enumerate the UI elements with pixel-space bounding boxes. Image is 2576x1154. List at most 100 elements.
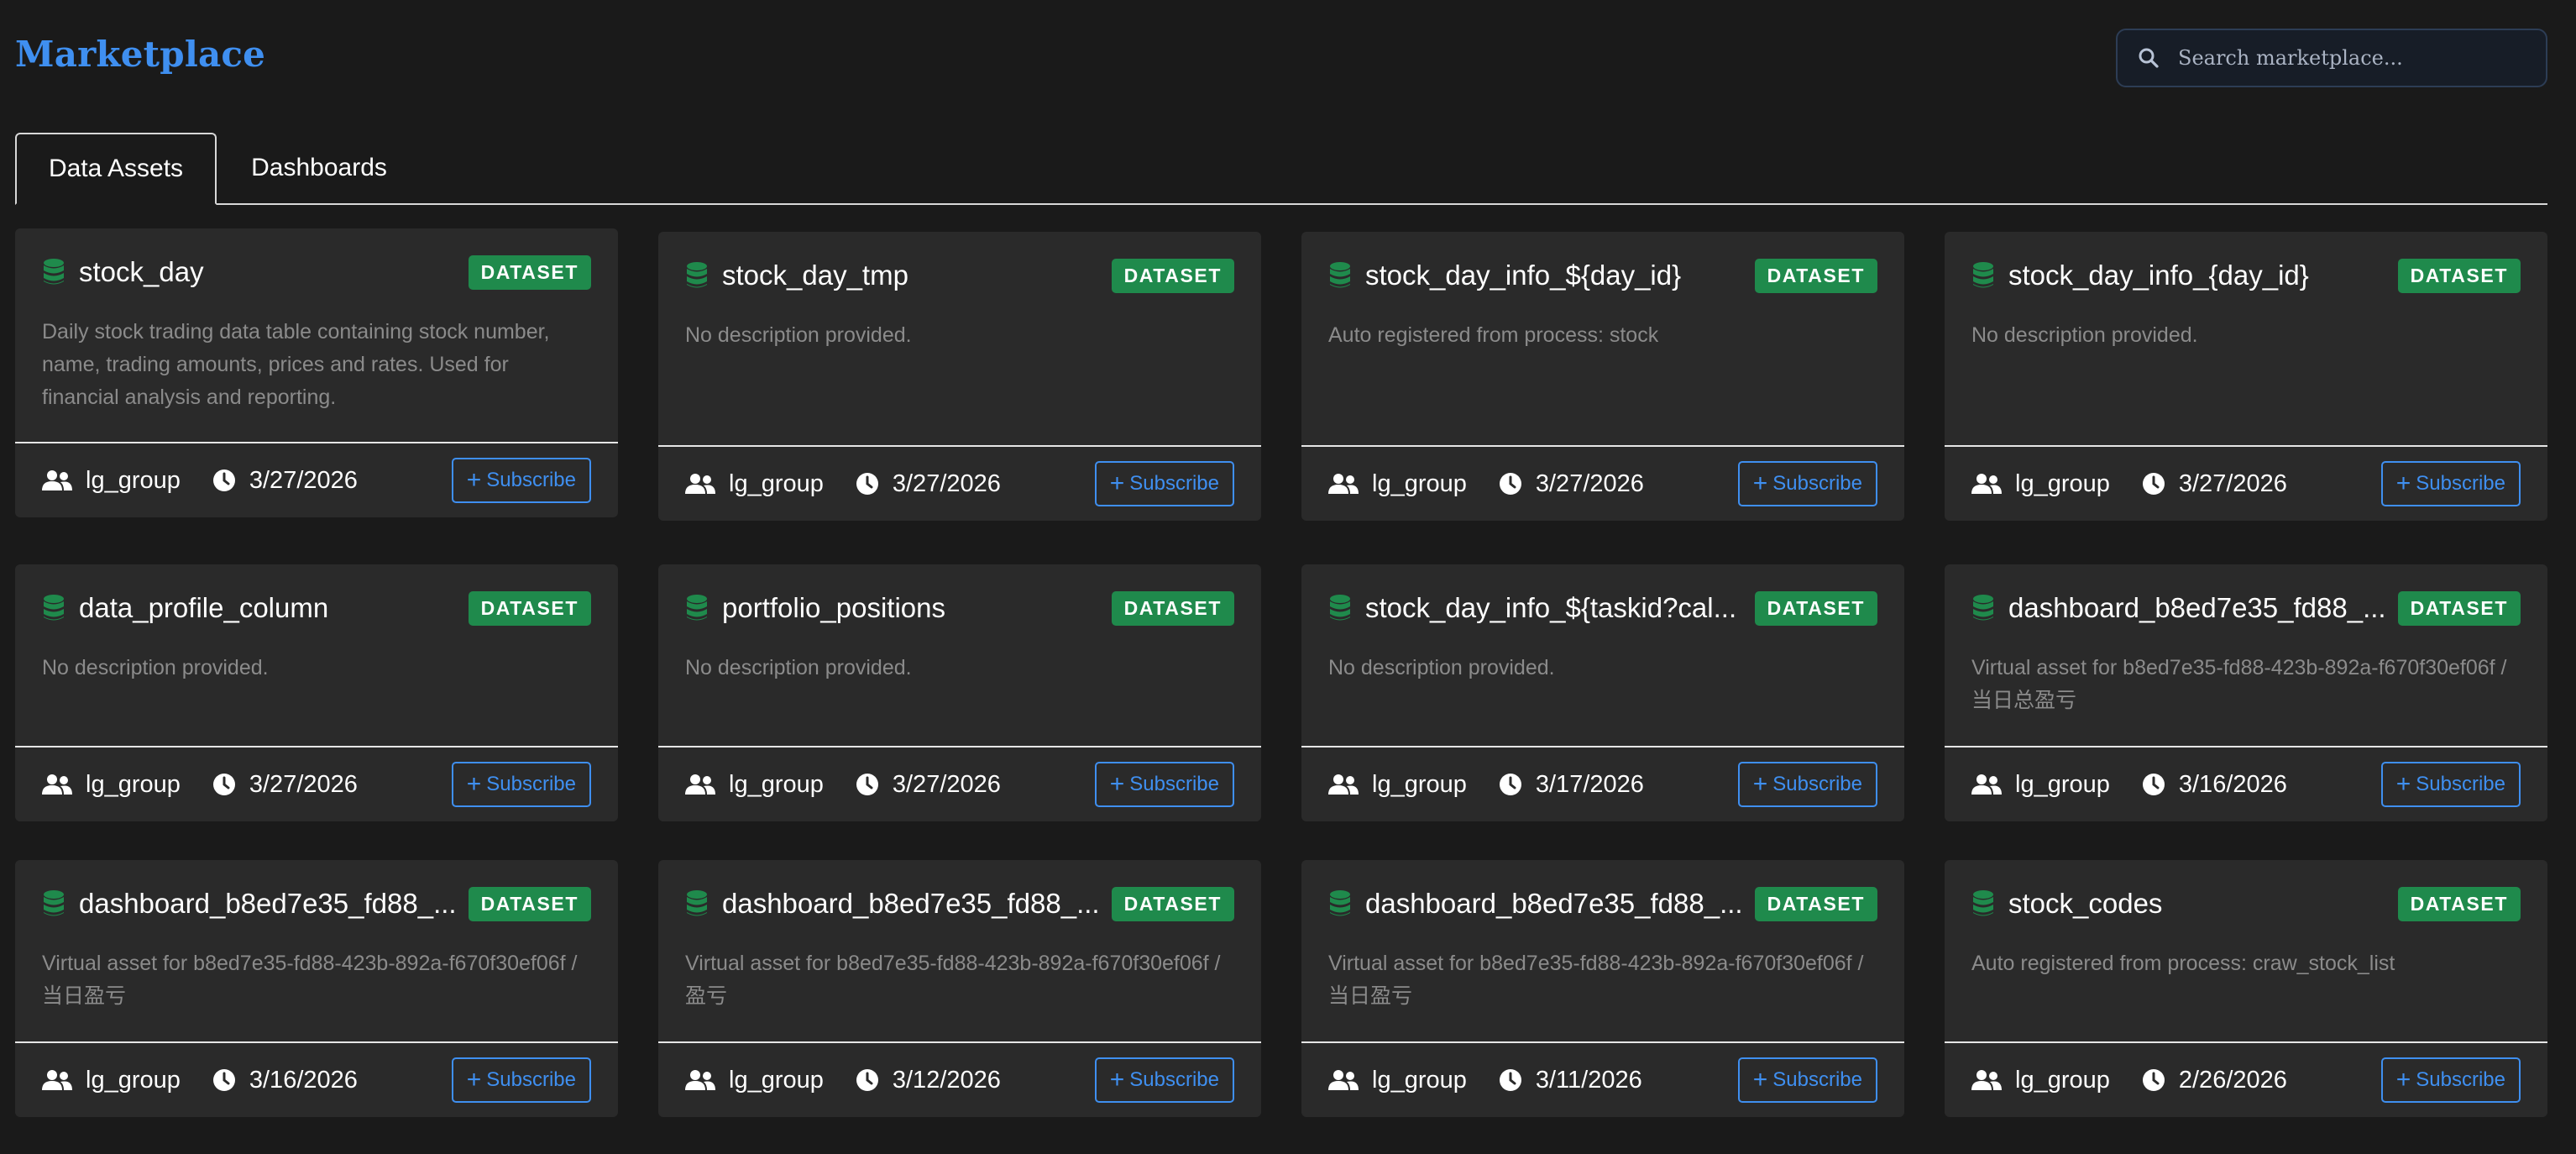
database-icon (687, 262, 707, 288)
asset-card[interactable]: stock_day DATASET Daily stock trading da… (15, 228, 618, 517)
asset-card[interactable]: dashboard_b8ed7e35_fd88_... DATASET Virt… (1301, 860, 1904, 1117)
users-icon (1328, 1070, 1359, 1090)
asset-card[interactable]: dashboard_b8ed7e35_fd88_... DATASET Virt… (15, 860, 618, 1117)
users-icon (1971, 474, 2002, 494)
card-header: data_profile_column DATASET (42, 590, 591, 627)
asset-card[interactable]: portfolio_positions DATASET No descripti… (658, 564, 1261, 821)
asset-card[interactable]: stock_codes DATASET Auto registered from… (1945, 860, 2547, 1117)
subscribe-label: Subscribe (2416, 472, 2505, 495)
updated-date: 3/27/2026 (212, 467, 358, 495)
owner-group: lg_group (42, 1067, 181, 1094)
database-icon (1330, 595, 1350, 621)
dataset-badge: DATASET (1754, 258, 1877, 293)
subscribe-button[interactable]: + Subscribe (1094, 1057, 1234, 1103)
card-title[interactable]: dashboard_b8ed7e35_fd88_... (722, 888, 1112, 920)
asset-card[interactable]: stock_day_info_${taskid?cal... DATASET N… (1301, 564, 1904, 821)
updated-date: 3/16/2026 (2142, 771, 2287, 799)
clock-icon (212, 1069, 235, 1091)
subscribe-button[interactable]: + Subscribe (1737, 762, 1877, 807)
card-description: Virtual asset for b8ed7e35-fd88-423b-892… (685, 952, 1221, 1008)
card-title[interactable]: stock_day_info_{day_id} (2008, 260, 2398, 291)
owner-group-label: lg_group (2015, 469, 2110, 497)
card-footer: lg_group 3/27/2026 + Subscribe (1945, 445, 2547, 521)
card-footer: lg_group 3/27/2026 + Subscribe (15, 442, 618, 517)
tab-dashboards[interactable]: Dashboards (217, 133, 421, 203)
subscribe-button[interactable]: + Subscribe (2380, 1057, 2521, 1103)
updated-date-label: 3/27/2026 (892, 469, 1001, 497)
card-title[interactable]: portfolio_positions (722, 592, 1112, 624)
subscribe-label: Subscribe (2416, 773, 2505, 795)
subscribe-button[interactable]: + Subscribe (1094, 461, 1234, 506)
subscribe-button[interactable]: + Subscribe (451, 762, 591, 807)
dataset-badge: DATASET (2397, 258, 2521, 293)
updated-date-label: 2/26/2026 (2178, 1066, 2287, 1094)
card-description: No description provided. (42, 656, 269, 679)
asset-card[interactable]: data_profile_column DATASET No descripti… (15, 564, 618, 821)
dataset-badge: DATASET (1111, 886, 1234, 921)
subscribe-button[interactable]: + Subscribe (1737, 461, 1877, 506)
users-icon (685, 474, 715, 494)
updated-date-label: 3/27/2026 (249, 466, 358, 494)
clock-icon (856, 473, 878, 495)
asset-card[interactable]: stock_day_info_${day_id} DATASET Auto re… (1301, 232, 1904, 521)
updated-date: 3/11/2026 (1499, 1067, 1642, 1094)
card-title[interactable]: dashboard_b8ed7e35_fd88_... (2008, 592, 2398, 624)
owner-group-label: lg_group (729, 1066, 824, 1094)
asset-card[interactable]: stock_day_tmp DATASET No description pro… (658, 232, 1261, 521)
subscribe-label: Subscribe (1129, 472, 1219, 495)
card-title[interactable]: dashboard_b8ed7e35_fd88_... (79, 888, 469, 920)
owner-group: lg_group (685, 1067, 824, 1094)
subscribe-button[interactable]: + Subscribe (451, 1057, 591, 1103)
database-icon (1973, 890, 1993, 916)
updated-date-label: 3/27/2026 (249, 770, 358, 798)
card-footer: lg_group 3/27/2026 + Subscribe (658, 746, 1261, 821)
asset-card[interactable]: dashboard_b8ed7e35_fd88_... DATASET Virt… (1945, 564, 2547, 821)
plus-icon: + (2395, 1066, 2411, 1094)
users-icon (1328, 474, 1359, 494)
owner-group-label: lg_group (729, 770, 824, 798)
card-title[interactable]: stock_day_tmp (722, 260, 1112, 291)
search-box[interactable] (2116, 29, 2547, 87)
database-icon (687, 890, 707, 916)
owner-group: lg_group (685, 470, 824, 498)
asset-card[interactable]: dashboard_b8ed7e35_fd88_... DATASET Virt… (658, 860, 1261, 1117)
owner-group: lg_group (1328, 470, 1467, 498)
subscribe-button[interactable]: + Subscribe (451, 458, 591, 503)
plus-icon: + (2395, 770, 2411, 798)
database-icon (1973, 262, 1993, 288)
plus-icon: + (1109, 770, 1125, 798)
dataset-badge: DATASET (1754, 886, 1877, 921)
users-icon (1971, 774, 2002, 795)
owner-group-label: lg_group (2015, 770, 2110, 798)
subscribe-label: Subscribe (1129, 773, 1219, 795)
owner-group-label: lg_group (729, 469, 824, 497)
updated-date: 3/17/2026 (1499, 771, 1644, 799)
page-header: Marketplace (15, 25, 2547, 92)
updated-date-label: 3/27/2026 (892, 770, 1001, 798)
search-input[interactable] (2176, 45, 2546, 71)
tab-data-assets[interactable]: Data Assets (15, 133, 217, 205)
card-title[interactable]: stock_codes (2008, 888, 2398, 920)
clock-icon (856, 1069, 878, 1091)
subscribe-button[interactable]: + Subscribe (1737, 1057, 1877, 1103)
subscribe-label: Subscribe (486, 1068, 576, 1091)
card-header: dashboard_b8ed7e35_fd88_... DATASET (685, 885, 1234, 922)
card-title[interactable]: stock_day (79, 256, 469, 288)
subscribe-button[interactable]: + Subscribe (2380, 762, 2521, 807)
card-title[interactable]: dashboard_b8ed7e35_fd88_... (1365, 888, 1755, 920)
card-header: stock_day DATASET (42, 254, 591, 291)
card-title[interactable]: stock_day_info_${day_id} (1365, 260, 1755, 291)
updated-date: 3/27/2026 (212, 771, 358, 799)
card-footer: lg_group 3/16/2026 + Subscribe (15, 1041, 618, 1117)
card-description: Auto registered from process: stock (1328, 323, 1659, 347)
card-title[interactable]: stock_day_info_${taskid?cal... (1365, 592, 1755, 624)
clock-icon (2142, 1069, 2165, 1091)
updated-date: 3/16/2026 (212, 1067, 358, 1094)
subscribe-button[interactable]: + Subscribe (1094, 762, 1234, 807)
subscribe-button[interactable]: + Subscribe (2380, 461, 2521, 506)
dataset-badge: DATASET (1111, 258, 1234, 293)
card-title[interactable]: data_profile_column (79, 592, 469, 624)
asset-card[interactable]: stock_day_info_{day_id} DATASET No descr… (1945, 232, 2547, 521)
owner-group: lg_group (42, 467, 181, 495)
updated-date: 3/27/2026 (856, 771, 1001, 799)
